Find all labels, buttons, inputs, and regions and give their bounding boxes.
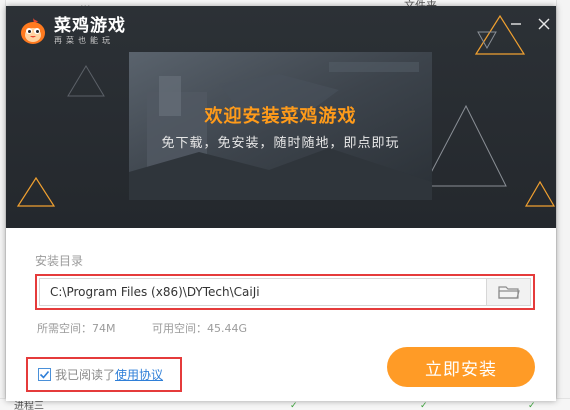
checkmark-icon: ✓ bbox=[528, 401, 536, 410]
agreement-text: 我已阅读了 bbox=[55, 368, 116, 382]
welcome-banner: 欢迎安装菜鸡游戏 免下载，免安装，随时随地，即点即玩 bbox=[129, 52, 432, 200]
checkmark-icon: ✓ bbox=[420, 401, 428, 410]
install-path-input[interactable] bbox=[40, 279, 486, 305]
checkmark-icon bbox=[39, 370, 50, 379]
install-now-button[interactable]: 立即安装 bbox=[387, 347, 535, 387]
installer-body: 安装目录 所需空间：74M 可用空间：45.44G 我已阅读了 bbox=[6, 228, 556, 401]
banner-subtitle: 免下载，免安装，随时随地，即点即玩 bbox=[161, 136, 400, 151]
background-right-strip bbox=[556, 0, 570, 410]
folder-icon bbox=[497, 286, 520, 299]
installer-window: 菜鸡游戏 再菜也能玩 欢迎安装菜鸡游戏 免下载，免安装，随时随地，即点即玩 安装… bbox=[6, 6, 556, 401]
install-path-highlight bbox=[35, 274, 535, 310]
installer-header: 菜鸡游戏 再菜也能玩 欢迎安装菜鸡游戏 免下载，免安装，随时随地，即点即玩 bbox=[6, 6, 556, 228]
install-path-field bbox=[39, 278, 531, 306]
checkmark-icon: ✓ bbox=[290, 401, 298, 410]
install-dir-label: 安装目录 bbox=[35, 254, 84, 268]
browse-folder-button[interactable] bbox=[486, 279, 530, 305]
space-available: 可用空间：45.44G bbox=[152, 322, 248, 335]
space-required: 所需空间：74M bbox=[37, 322, 116, 335]
terms-of-use-link[interactable]: 使用协议 bbox=[115, 366, 163, 383]
banner-title: 欢迎安装菜鸡游戏 bbox=[204, 106, 357, 127]
agreement-highlight: 我已阅读了 使用协议 bbox=[26, 357, 182, 392]
agreement-checkbox[interactable] bbox=[38, 368, 51, 381]
